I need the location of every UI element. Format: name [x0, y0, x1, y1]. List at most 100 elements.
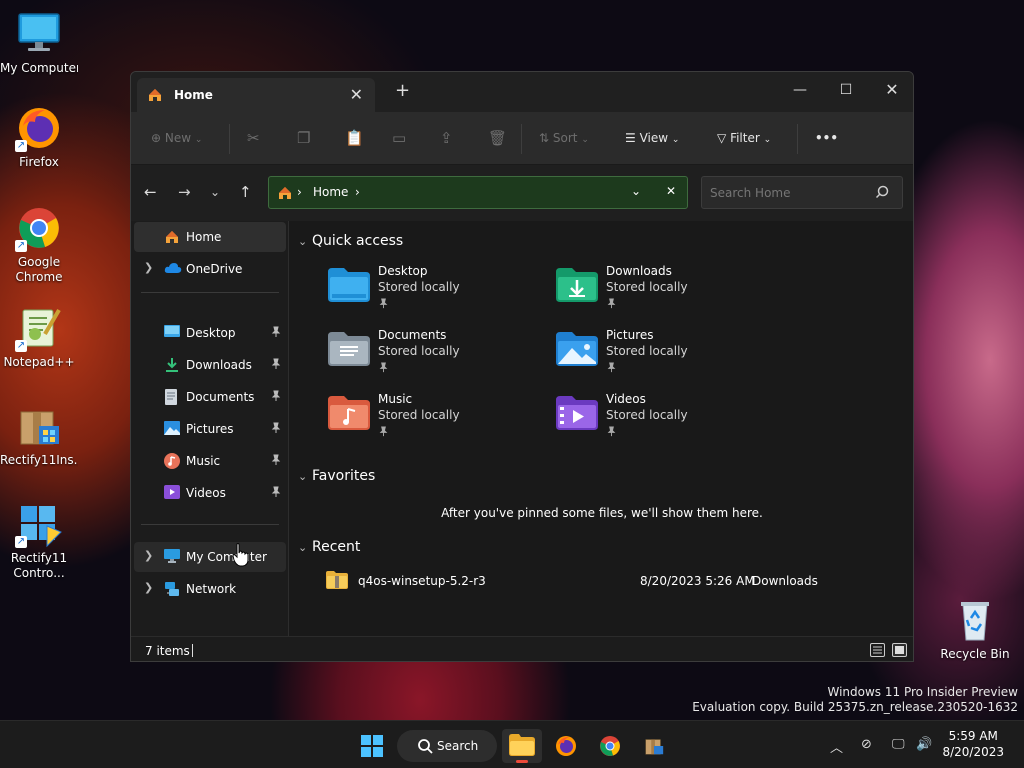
quick-access-pictures[interactable]: Pictures Stored locally	[556, 328, 756, 382]
nav-item-label: Videos	[186, 486, 226, 500]
address-clear-icon[interactable]: ✕	[666, 184, 676, 198]
nav-item-my-computer[interactable]: ❯ My Computer	[134, 542, 286, 572]
pin-icon[interactable]	[270, 390, 282, 405]
desktop-icon-label: Rectify11Ins...	[0, 453, 78, 467]
address-bar[interactable]: › Home › ⌄ ✕	[268, 176, 688, 209]
nav-item-videos[interactable]: Videos	[134, 478, 286, 508]
chevron-down-icon: ⌄	[581, 135, 589, 145]
details-view-icon[interactable]	[870, 643, 885, 657]
view-button[interactable]: ☰ View ⌄	[625, 128, 679, 148]
picture-icon	[164, 421, 180, 438]
toolbar-divider	[229, 124, 230, 154]
taskbar-firefox[interactable]	[546, 729, 586, 763]
pin-icon[interactable]	[270, 486, 282, 501]
taskbar-search[interactable]: Search	[397, 730, 497, 762]
display-icon[interactable]: 🖵	[892, 737, 905, 752]
nav-item-home[interactable]: Home	[134, 222, 286, 252]
breadcrumb-separator-icon[interactable]: ›	[355, 185, 360, 199]
taskbar-clock[interactable]: 5:59 AM 8/20/2023	[942, 728, 1004, 760]
maximize-button[interactable]: ☐	[823, 76, 869, 104]
taskbar-file-explorer[interactable]	[502, 729, 542, 763]
quick-access-documents[interactable]: Documents Stored locally	[328, 328, 528, 382]
desktop-icon-label: Recycle Bin	[940, 647, 1010, 661]
start-button[interactable]	[352, 729, 392, 763]
nav-item-onedrive[interactable]: ❯ OneDrive	[134, 254, 286, 284]
home-icon	[147, 87, 163, 106]
chevron-down-icon: ⌄	[298, 470, 308, 483]
large-icons-view-icon[interactable]	[892, 643, 907, 657]
search-input[interactable]	[701, 176, 903, 209]
notepadpp-icon: ↗	[15, 304, 63, 352]
network-icon	[164, 581, 180, 600]
volume-icon[interactable]: 🔊	[916, 737, 932, 752]
desktop-icon-my-computer[interactable]: My Computer	[0, 10, 78, 76]
pin-icon[interactable]	[270, 454, 282, 469]
forward-button[interactable]: →	[178, 182, 191, 202]
close-window-button[interactable]: ✕	[869, 76, 913, 104]
section-quick-access[interactable]: ⌄ Quick access	[298, 233, 403, 249]
evaluation-watermark: Windows 11 Pro Insider Preview Evaluatio…	[692, 685, 1018, 714]
tab-close-icon[interactable]: ✕	[350, 85, 363, 104]
new-tab-button[interactable]: +	[395, 82, 410, 100]
quick-access-music[interactable]: Music Stored locally	[328, 392, 528, 446]
nav-item-pictures[interactable]: Pictures	[134, 414, 286, 444]
recent-locations-button[interactable]: ⌄	[210, 182, 220, 202]
section-favorites[interactable]: ⌄ Favorites	[298, 468, 375, 484]
filter-button[interactable]: ▽ Filter ⌄	[717, 128, 771, 148]
desktop-icon-recycle-bin[interactable]: Recycle Bin	[936, 596, 1014, 662]
chevron-up-icon[interactable]: ︿	[830, 737, 843, 756]
cloud-icon	[164, 261, 182, 278]
desktop-icon-firefox[interactable]: ↗ Firefox	[0, 104, 78, 170]
up-button[interactable]: ↑	[239, 182, 252, 202]
taskbar-chrome[interactable]	[590, 729, 630, 763]
network-disconnected-icon[interactable]: ⊘	[861, 737, 872, 752]
chevron-right-icon[interactable]: ❯	[144, 549, 153, 562]
tab-home[interactable]: Home ✕	[137, 78, 375, 112]
see-more-button[interactable]: •••	[815, 128, 838, 148]
table-row[interactable]: q4os-winsetup-5.2-r3 8/20/2023 5:26 AM D…	[326, 569, 886, 593]
pin-icon[interactable]	[270, 422, 282, 437]
nav-item-music[interactable]: Music	[134, 446, 286, 476]
pin-icon[interactable]	[270, 326, 282, 341]
nav-item-downloads[interactable]: Downloads	[134, 350, 286, 380]
pin-icon	[606, 362, 617, 376]
taskbar-rectify11-installer[interactable]	[634, 729, 674, 763]
desktop-icon-rectify11-installer[interactable]: Rectify11Ins...	[0, 402, 78, 468]
desktop-icon-notepadpp[interactable]: ↗ Notepad++	[0, 304, 78, 370]
share-icon[interactable]: ⇪	[440, 128, 453, 148]
nav-item-documents[interactable]: Documents	[134, 382, 286, 412]
new-button[interactable]: ⊕ New ⌄	[151, 128, 202, 148]
chevron-right-icon[interactable]: ❯	[144, 261, 153, 274]
breadcrumb-separator-icon: ›	[297, 185, 302, 199]
music-note-icon	[164, 453, 180, 472]
delete-icon[interactable]: 🗑	[488, 128, 507, 148]
quick-access-downloads[interactable]: Downloads Stored locally	[556, 264, 756, 318]
nav-divider	[141, 524, 279, 525]
address-dropdown-icon[interactable]: ⌄	[631, 184, 641, 198]
back-button[interactable]: ←	[144, 182, 157, 202]
chevron-right-icon[interactable]: ❯	[144, 581, 153, 594]
pin-icon[interactable]	[270, 358, 282, 373]
sort-button[interactable]: ⇅ Sort ⌄	[539, 128, 589, 148]
status-divider	[192, 644, 193, 657]
breadcrumb-home[interactable]: Home	[313, 185, 348, 199]
desktop-icon-rectify11-control[interactable]: ↗ Rectify11 Contro...	[0, 500, 78, 581]
paste-icon[interactable]: 📋	[345, 128, 364, 148]
section-recent[interactable]: ⌄ Recent	[298, 539, 360, 555]
quick-access-videos[interactable]: Videos Stored locally	[556, 392, 756, 446]
cut-icon[interactable]: ✂	[247, 128, 260, 148]
rectify-control-icon: ↗	[15, 500, 63, 548]
nav-item-desktop[interactable]: Desktop	[134, 318, 286, 348]
search-icon[interactable]	[875, 185, 889, 202]
pin-icon	[606, 426, 617, 440]
desktop-icon-chrome[interactable]: ↗ Google Chrome	[0, 204, 78, 285]
copy-icon[interactable]: ❐	[297, 128, 310, 148]
zip-folder-icon	[326, 571, 348, 592]
nav-item-network[interactable]: ❯ Network	[134, 574, 286, 604]
nav-item-label: Documents	[186, 390, 255, 404]
minimize-button[interactable]: —	[777, 76, 823, 104]
rename-icon[interactable]: ▭	[392, 128, 406, 148]
downloads-folder-icon	[556, 268, 598, 305]
tab-title: Home	[174, 88, 213, 102]
quick-access-desktop[interactable]: Desktop Stored locally	[328, 264, 528, 318]
